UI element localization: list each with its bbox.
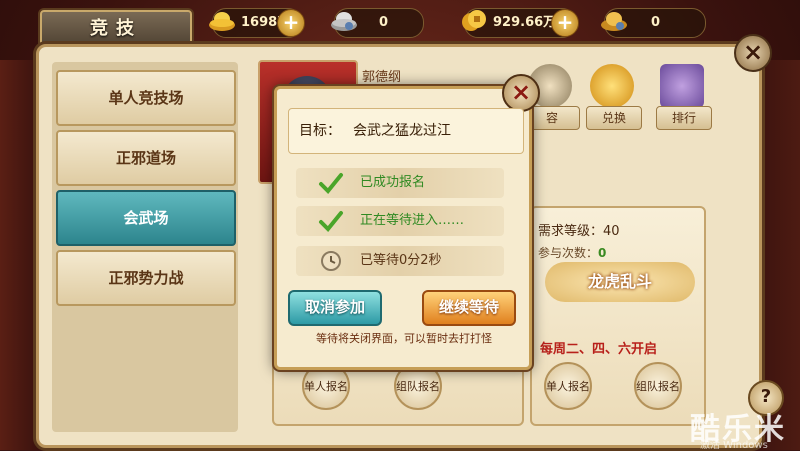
status-row-elapsed: 已等待0分2秒 [296, 246, 504, 276]
dialog-close-button[interactable]: × [502, 74, 540, 112]
exchange-button[interactable]: 兑换 [586, 64, 642, 130]
voucher-amount: 0 [651, 15, 661, 30]
gold-ingot-icon [209, 12, 235, 31]
exchange-icon [590, 64, 634, 108]
panel-close-button[interactable]: × [734, 34, 772, 72]
cancel-participation-button[interactable]: 取消参加 [288, 290, 382, 326]
participation-count: 参与次数：0 [538, 244, 606, 261]
add-coins-button[interactable]: + [551, 9, 579, 37]
coins-icon [462, 10, 486, 31]
required-level: 需求等级：40 [538, 224, 620, 239]
clock-icon [321, 251, 341, 271]
checkmark-icon [319, 211, 343, 232]
dialog-tip: 等待将关闭界面，可以暂时去打打怪 [316, 332, 492, 345]
solo-signup-button[interactable]: 单人报名 [544, 362, 592, 410]
close-icon: × [510, 78, 532, 106]
add-gold-button[interactable]: + [277, 9, 305, 37]
silver-amount: 0 [379, 15, 389, 30]
close-icon: × [742, 38, 764, 66]
continue-waiting-button[interactable]: 继续等待 [422, 290, 516, 326]
watermark-sub: 激活 Windows [700, 440, 768, 451]
status-row-waiting: 正在等待进入…… [296, 206, 504, 236]
resource-coins: 929.66万 + [462, 8, 579, 38]
menu-item-faction-war[interactable]: 正邪势力战 [56, 250, 236, 306]
resource-gold: 169876 + [209, 8, 305, 38]
status-row-registered: 已成功报名 [296, 168, 504, 198]
participation-value: 0 [598, 246, 607, 260]
status-text: 已成功报名 [360, 175, 426, 190]
goal-box: 目标： 会武之猛龙过江 [288, 108, 524, 154]
menu-item-solo-arena[interactable]: 单人竞技场 [56, 70, 236, 126]
participation-label: 参与次数： [538, 246, 599, 260]
menu-item-martial-arena[interactable]: 会武场 [56, 190, 236, 246]
player-name: 郭德纲 [362, 70, 402, 85]
voucher-ingot-icon [601, 12, 627, 31]
ranking-icon [660, 64, 704, 108]
resource-silver: 0 [331, 8, 424, 38]
ranking-label: 排行 [656, 106, 712, 130]
goal-value: 会武之猛龙过江 [353, 123, 451, 139]
silver-ingot-icon [331, 12, 357, 31]
menu-item-good-evil-dojo[interactable]: 正邪道场 [56, 130, 236, 186]
status-text: 正在等待进入…… [360, 213, 465, 228]
checkmark-icon [319, 173, 343, 194]
lineup-label: 容 [524, 106, 580, 130]
ranking-button[interactable]: 排行 [656, 64, 712, 130]
coins-amount: 929.66万 [493, 15, 557, 30]
page-title: 竞技 [90, 18, 142, 39]
exchange-label: 兑换 [586, 106, 642, 130]
page-title-tab: 竞技 [40, 10, 192, 48]
goal-label: 目标： [299, 123, 341, 139]
event-schedule: 每周二、四、六开启 [540, 342, 658, 357]
resource-voucher: 0 [601, 8, 706, 38]
team-signup-button[interactable]: 组队报名 [634, 362, 682, 410]
background-decoration-left [0, 60, 40, 450]
event-name-banner: 龙虎乱斗 [545, 262, 695, 302]
status-text: 已等待0分2秒 [360, 253, 442, 268]
top-bar: 竞技 169876 + 0 929.66万 + 0 [0, 0, 800, 48]
